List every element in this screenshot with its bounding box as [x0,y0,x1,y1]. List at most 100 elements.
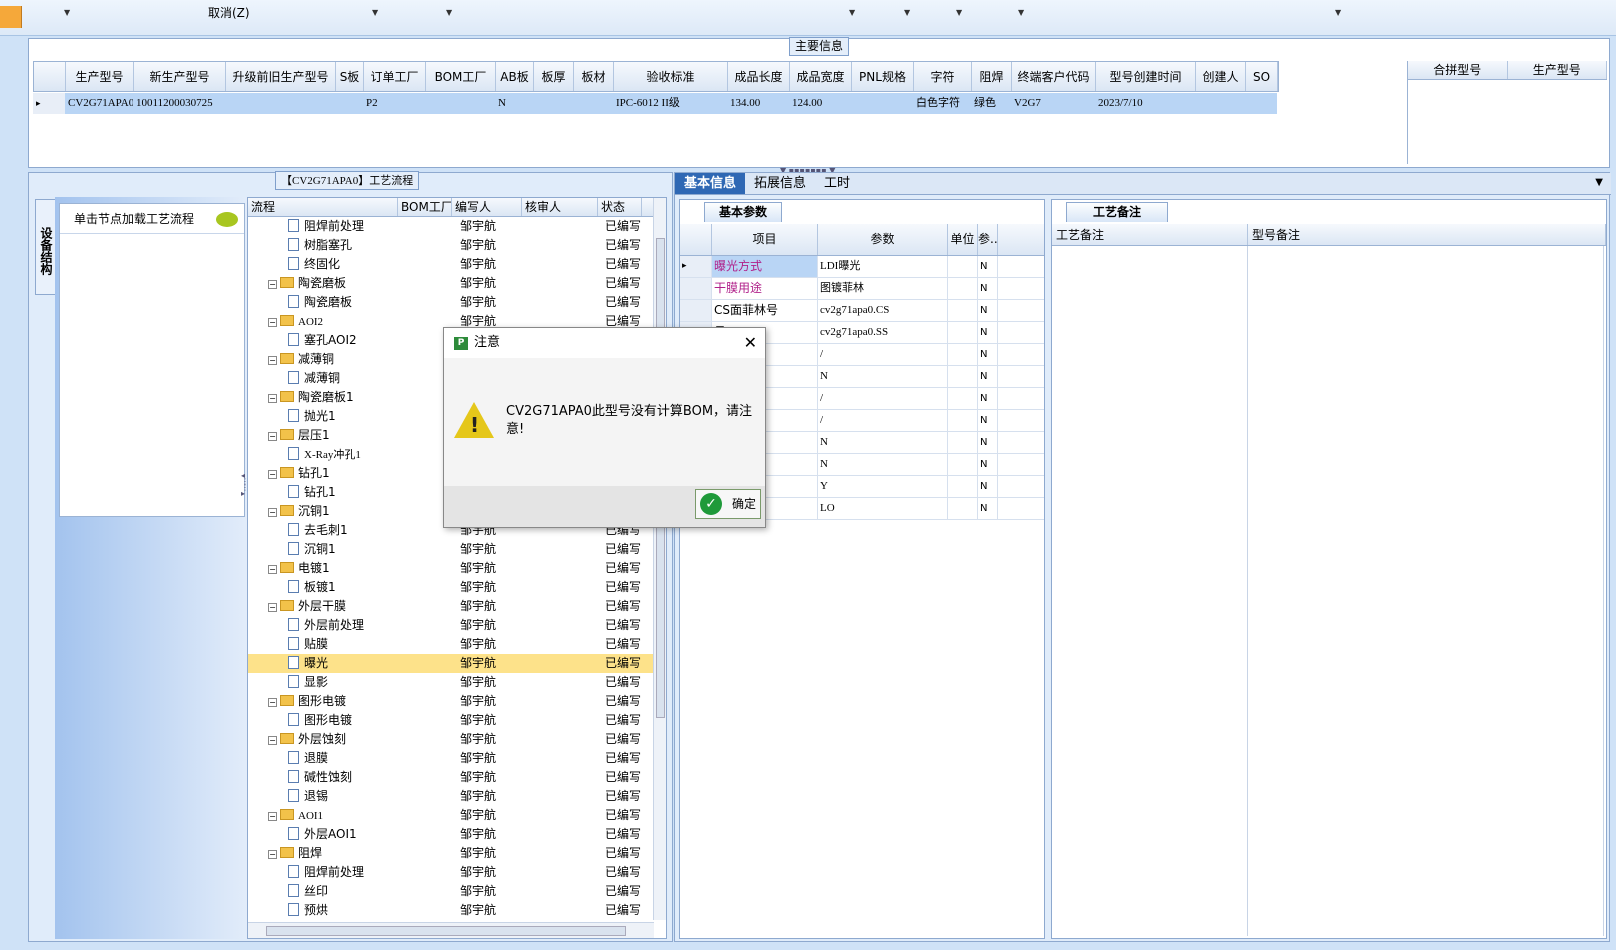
column-header[interactable]: 状态 [598,198,642,216]
column-header[interactable]: 参.. [978,224,998,255]
tree-row[interactable]: − 图形电镀 邹宇航 已编写 [248,692,666,711]
param-value[interactable]: 图镀菲林 [818,278,948,299]
column-header[interactable]: 验收标准 [614,62,728,91]
column-header[interactable]: 阻焊 [972,62,1012,91]
collapse-icon[interactable]: − [268,318,277,327]
tree-row[interactable]: 贴膜 邹宇航 已编写 [248,635,666,654]
chevron-down-icon[interactable]: ▼ [956,8,962,17]
column-header[interactable]: 合拼型号 [1408,61,1508,79]
param-row[interactable]: CS面菲林号 cv2g71apa0.CS N [680,300,1044,322]
load-process-item[interactable]: 单击节点加载工艺流程 [60,204,244,234]
tree-row[interactable]: 图形电镀 邹宇航 已编写 [248,711,666,730]
tree-row[interactable]: 终固化 邹宇航 已编写 [248,255,666,274]
tab-3[interactable]: 工时 [815,173,859,194]
tree-row[interactable]: 显影 邹宇航 已编写 [248,673,666,692]
tree-row[interactable]: 板镀1 邹宇航 已编写 [248,578,666,597]
equipment-structure-tab[interactable]: 设备结构 [35,199,55,295]
column-header[interactable]: 参数 [818,224,948,255]
splitter-grip[interactable]: ◂ ⋮ ⋮ ▸ [241,472,249,533]
collapse-icon[interactable]: − [268,280,277,289]
tree-row[interactable]: 阻焊前处理 邹宇航 已编写 [248,217,666,236]
model-notes-field[interactable] [1248,246,1604,936]
tree-row[interactable]: − 阻焊 邹宇航 已编写 [248,844,666,863]
column-header[interactable]: PNL规格 [852,62,914,91]
tree-row[interactable]: 外层前处理 邹宇航 已编写 [248,616,666,635]
tree-row[interactable]: 树脂塞孔 邹宇航 已编写 [248,236,666,255]
collapse-icon[interactable]: − [268,356,277,365]
column-header[interactable]: 生产型号 [1508,61,1607,79]
tree-row[interactable]: 退膜 邹宇航 已编写 [248,749,666,768]
column-header[interactable]: 编写人 [452,198,522,216]
scroll-thumb[interactable] [266,926,626,936]
column-header[interactable]: AB板 [496,62,534,91]
chevron-down-icon[interactable]: ▼ [1595,177,1603,188]
basic-params-tab[interactable]: 基本参数 [704,202,783,222]
collapse-icon[interactable]: − [268,698,277,707]
main-grid-row[interactable]: ▸ CV2G71APA0 10011200030725 P2 N IPC-6012 II级… [33,93,1277,114]
close-icon[interactable]: ✕ [744,328,757,358]
param-value[interactable]: LDI曝光 [818,256,948,277]
param-value[interactable]: LO [818,498,948,519]
column-header[interactable]: 项目 [712,224,818,255]
tree-row[interactable]: 碱性蚀刻 邹宇航 已编写 [248,768,666,787]
column-header[interactable]: BOM工厂 [398,198,452,216]
column-header[interactable]: 订单工厂 [364,62,426,91]
collapse-icon[interactable]: − [268,470,277,479]
tree-row[interactable]: − AOI1 邹宇航 已编写 [248,806,666,825]
collapse-icon[interactable]: − [268,812,277,821]
column-header[interactable]: 字符 [914,62,972,91]
param-value[interactable]: / [818,344,948,365]
side-tab-marker[interactable] [0,6,22,28]
column-header[interactable]: 新生产型号 [134,62,226,91]
column-header[interactable]: 升级前旧生产型号 [226,62,336,91]
tree-row[interactable]: 丝印 邹宇航 已编写 [248,882,666,901]
column-header[interactable]: 创建人 [1196,62,1246,91]
chevron-down-icon[interactable]: ▼ [849,8,855,17]
chevron-down-icon[interactable]: ▼ [64,8,70,17]
process-notes-tab[interactable]: 工艺备注 [1066,202,1169,222]
tree-row[interactable]: − 外层干膜 邹宇航 已编写 [248,597,666,616]
param-value[interactable]: N [818,366,948,387]
collapse-icon[interactable]: − [268,565,277,574]
tree-row[interactable]: − 陶瓷磨板 邹宇航 已编写 [248,274,666,293]
tree-row[interactable]: 沉铜1 邹宇航 已编写 [248,540,666,559]
column-header[interactable]: 板厚 [534,62,574,91]
tab-1[interactable]: 基本信息 [675,173,746,194]
tree-vertical-scrollbar[interactable] [653,198,666,920]
column-header[interactable]: S板 [336,62,364,91]
param-value[interactable]: N [818,454,948,475]
param-value[interactable]: / [818,410,948,431]
chevron-down-icon[interactable]: ▼ [446,8,452,17]
param-value[interactable]: / [818,388,948,409]
tree-row[interactable]: − 电镀1 邹宇航 已编写 [248,559,666,578]
cancel-menu-item[interactable]: 取消(Z) [208,4,250,21]
column-header[interactable]: 板材 [574,62,614,91]
chevron-down-icon[interactable]: ▼ [904,8,910,17]
tree-row[interactable]: 退锡 邹宇航 已编写 [248,787,666,806]
column-header[interactable]: BOM工厂 [426,62,496,91]
param-row[interactable]: 干膜用途 图镀菲林 N [680,278,1044,300]
process-notes-field[interactable] [1052,246,1248,936]
param-row[interactable]: ▸ 曝光方式 LDI曝光 N [680,256,1044,278]
tree-horizontal-scrollbar[interactable] [248,922,654,938]
column-header[interactable]: 成品长度 [728,62,790,91]
param-value[interactable]: cv2g71apa0.CS [818,300,948,321]
column-header[interactable]: 生产型号 [66,62,134,91]
column-header[interactable]: 终端客户代码 [1012,62,1096,91]
collapse-icon[interactable]: − [268,603,277,612]
chevron-down-icon[interactable]: ▼ [1018,8,1024,17]
tree-row[interactable]: 预烘 邹宇航 已编写 [248,901,666,920]
column-header[interactable]: SO [1246,62,1278,91]
tree-row[interactable]: 陶瓷磨板 邹宇航 已编写 [248,293,666,312]
collapse-icon[interactable]: − [268,508,277,517]
param-value[interactable]: N [818,432,948,453]
param-value[interactable]: Y [818,476,948,497]
tree-row[interactable]: 曝光 邹宇航 已编写 [248,654,666,673]
chevron-down-icon[interactable]: ▼ [1335,8,1341,17]
collapse-icon[interactable]: − [268,394,277,403]
tree-row[interactable]: 阻焊前处理 邹宇航 已编写 [248,863,666,882]
ok-button[interactable]: ✓ 确定 [695,489,761,519]
column-header[interactable]: 核审人 [522,198,598,216]
collapse-icon[interactable]: − [268,432,277,441]
tree-row[interactable]: 外层AOI1 邹宇航 已编写 [248,825,666,844]
